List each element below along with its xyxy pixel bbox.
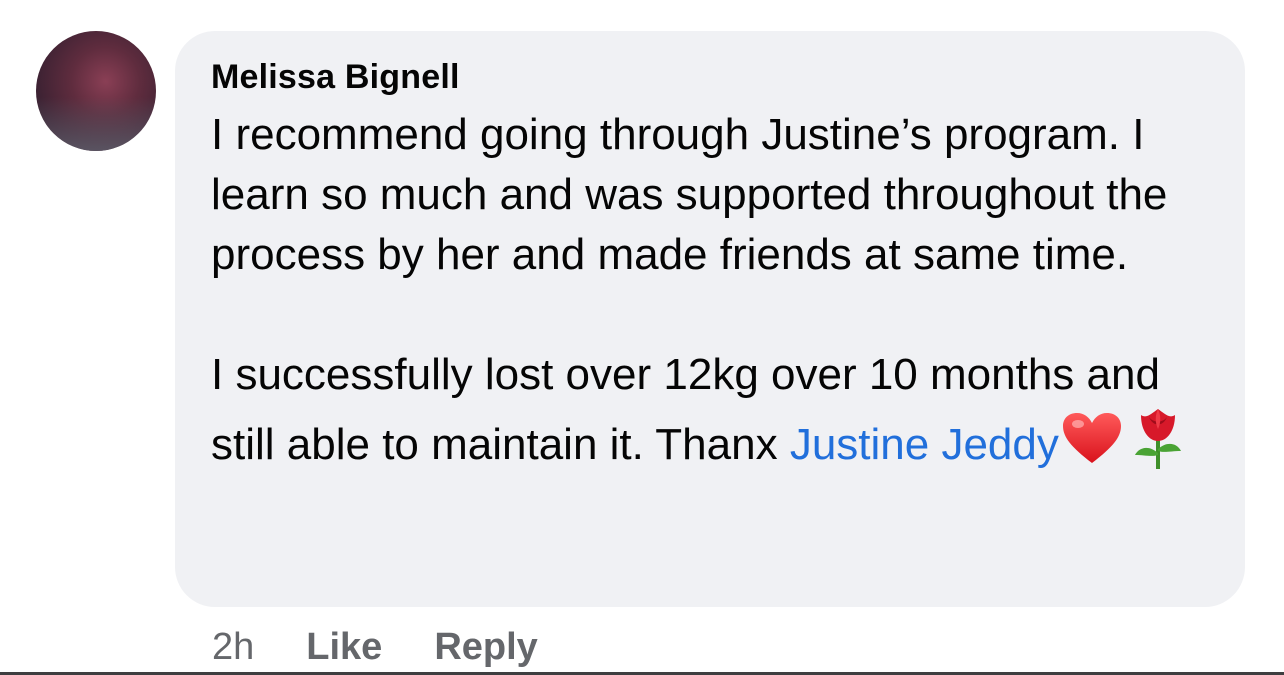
reply-button[interactable]: Reply bbox=[434, 626, 537, 669]
rose-icon bbox=[1131, 405, 1185, 487]
like-button[interactable]: Like bbox=[306, 626, 382, 669]
comment-paragraph-1: I recommend going through Justine’s prog… bbox=[211, 110, 1168, 279]
comment-author[interactable]: Melissa Bignell bbox=[211, 55, 1209, 99]
comment-timestamp[interactable]: 2h bbox=[212, 626, 254, 669]
heart-icon bbox=[1061, 411, 1123, 481]
comment-actions: 2h Like Reply bbox=[212, 622, 538, 672]
comment-body: I recommend going through Justine’s prog… bbox=[211, 105, 1209, 487]
comment-bubble: Melissa Bignell I recommend going throug… bbox=[175, 31, 1245, 607]
avatar[interactable] bbox=[36, 31, 156, 151]
comment-paragraph-2: I successfully lost over 12kg over 10 mo… bbox=[211, 345, 1209, 487]
mention-link[interactable]: Justine Jeddy bbox=[790, 420, 1059, 469]
